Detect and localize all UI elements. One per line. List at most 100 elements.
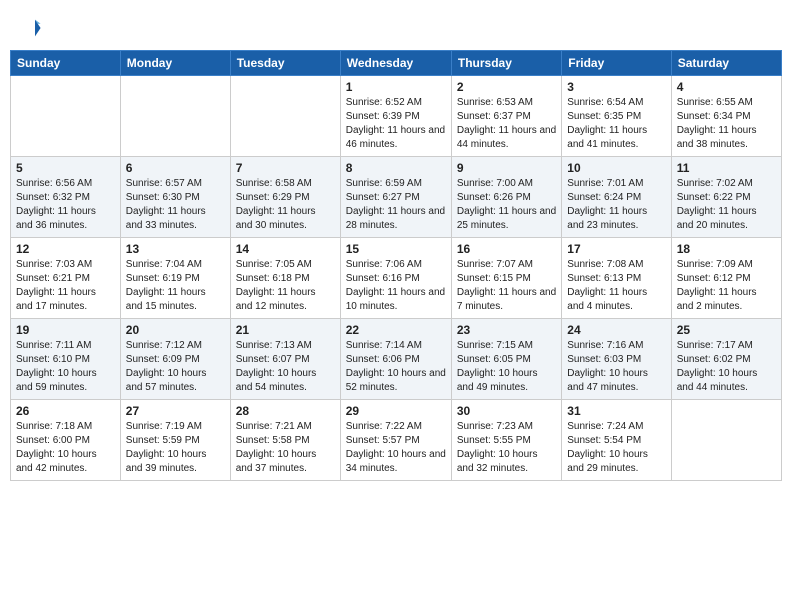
day-cell: 8Sunrise: 6:59 AM Sunset: 6:27 PM Daylig… xyxy=(340,157,451,238)
col-header-sunday: Sunday xyxy=(11,51,121,76)
col-header-monday: Monday xyxy=(120,51,230,76)
day-cell: 4 Sunrise: 6:55 AM Sunset: 6:34 PM Daylig… xyxy=(671,76,781,157)
day-cell xyxy=(11,76,121,157)
day-cell: 15 Sunrise: 7:06 AM Sunset: 6:16 PM Dayli… xyxy=(340,238,451,319)
day-info: Sunrise: 7:07 AM Sunset: 6:15 PM Dayligh… xyxy=(457,258,556,314)
logo xyxy=(14,14,46,42)
day-info: Sunrise: 6:54 AM Sunset: 6:35 PM Dayligh… xyxy=(567,96,665,152)
day-cell: 5Sunrise: 6:56 AM Sunset: 6:32 PM Daylig… xyxy=(11,157,121,238)
day-cell: 23 Sunrise: 7:15 AM Sunset: 6:05 PM Dayli… xyxy=(451,319,561,400)
day-info: Sunrise: 6:57 AM Sunset: 6:30 PM Dayligh… xyxy=(126,177,225,233)
day-cell xyxy=(120,76,230,157)
day-cell: 20 Sunrise: 7:12 AM Sunset: 6:09 PM Dayli… xyxy=(120,319,230,400)
day-number: 14 xyxy=(236,242,335,256)
day-info: Sunrise: 7:23 AM Sunset: 5:55 PM Dayligh… xyxy=(457,420,556,476)
day-number: 17 xyxy=(567,242,665,256)
week-row-5: 26 Sunrise: 7:18 AM Sunset: 6:00 PM Dayli… xyxy=(11,400,782,481)
day-info: Sunrise: 7:19 AM Sunset: 5:59 PM Dayligh… xyxy=(126,420,225,476)
day-number: 23 xyxy=(457,323,556,337)
day-number: 13 xyxy=(126,242,225,256)
day-info: Sunrise: 7:15 AM Sunset: 6:05 PM Dayligh… xyxy=(457,339,556,395)
day-info: Sunrise: 7:18 AM Sunset: 6:00 PM Dayligh… xyxy=(16,420,115,476)
day-cell: 6 Sunrise: 6:57 AM Sunset: 6:30 PM Daylig… xyxy=(120,157,230,238)
day-number: 8 xyxy=(346,161,446,175)
day-cell: 9Sunrise: 7:00 AM Sunset: 6:26 PM Daylig… xyxy=(451,157,561,238)
day-cell: 22 Sunrise: 7:14 AM Sunset: 6:06 PM Dayli… xyxy=(340,319,451,400)
day-cell: 18Sunrise: 7:09 AM Sunset: 6:12 PM Dayli… xyxy=(671,238,781,319)
day-info: Sunrise: 7:14 AM Sunset: 6:06 PM Dayligh… xyxy=(346,339,446,395)
col-header-tuesday: Tuesday xyxy=(230,51,340,76)
day-cell: 24 Sunrise: 7:16 AM Sunset: 6:03 PM Dayli… xyxy=(562,319,671,400)
day-info: Sunrise: 7:11 AM Sunset: 6:10 PM Dayligh… xyxy=(16,339,115,395)
day-number: 31 xyxy=(567,404,665,418)
day-cell: 7Sunrise: 6:58 AM Sunset: 6:29 PM Daylig… xyxy=(230,157,340,238)
day-info: Sunrise: 7:08 AM Sunset: 6:13 PM Dayligh… xyxy=(567,258,665,314)
day-cell: 21 Sunrise: 7:13 AM Sunset: 6:07 PM Dayli… xyxy=(230,319,340,400)
day-number: 28 xyxy=(236,404,335,418)
week-row-4: 19 Sunrise: 7:11 AM Sunset: 6:10 PM Dayli… xyxy=(11,319,782,400)
day-info: Sunrise: 6:55 AM Sunset: 6:34 PM Dayligh… xyxy=(677,96,776,152)
col-header-saturday: Saturday xyxy=(671,51,781,76)
day-cell: 3 Sunrise: 6:54 AM Sunset: 6:35 PM Daylig… xyxy=(562,76,671,157)
day-info: Sunrise: 7:04 AM Sunset: 6:19 PM Dayligh… xyxy=(126,258,225,314)
day-info: Sunrise: 7:17 AM Sunset: 6:02 PM Dayligh… xyxy=(677,339,776,395)
col-header-wednesday: Wednesday xyxy=(340,51,451,76)
day-number: 10 xyxy=(567,161,665,175)
day-number: 25 xyxy=(677,323,776,337)
day-number: 22 xyxy=(346,323,446,337)
page-header xyxy=(10,10,782,42)
day-info: Sunrise: 7:03 AM Sunset: 6:21 PM Dayligh… xyxy=(16,258,115,314)
day-number: 18 xyxy=(677,242,776,256)
day-info: Sunrise: 7:21 AM Sunset: 5:58 PM Dayligh… xyxy=(236,420,335,476)
day-number: 21 xyxy=(236,323,335,337)
day-cell: 28 Sunrise: 7:21 AM Sunset: 5:58 PM Dayli… xyxy=(230,400,340,481)
day-cell: 19 Sunrise: 7:11 AM Sunset: 6:10 PM Dayli… xyxy=(11,319,121,400)
day-number: 24 xyxy=(567,323,665,337)
day-info: Sunrise: 7:24 AM Sunset: 5:54 PM Dayligh… xyxy=(567,420,665,476)
day-info: Sunrise: 7:22 AM Sunset: 5:57 PM Dayligh… xyxy=(346,420,446,476)
day-cell: 16Sunrise: 7:07 AM Sunset: 6:15 PM Dayli… xyxy=(451,238,561,319)
day-cell: 11Sunrise: 7:02 AM Sunset: 6:22 PM Dayli… xyxy=(671,157,781,238)
day-info: Sunrise: 7:12 AM Sunset: 6:09 PM Dayligh… xyxy=(126,339,225,395)
day-number: 15 xyxy=(346,242,446,256)
day-number: 12 xyxy=(16,242,115,256)
day-number: 29 xyxy=(346,404,446,418)
day-cell: 30 Sunrise: 7:23 AM Sunset: 5:55 PM Dayli… xyxy=(451,400,561,481)
logo-icon xyxy=(14,14,42,42)
day-number: 2 xyxy=(457,80,556,94)
day-cell: 17 Sunrise: 7:08 AM Sunset: 6:13 PM Dayli… xyxy=(562,238,671,319)
day-cell: 26 Sunrise: 7:18 AM Sunset: 6:00 PM Dayli… xyxy=(11,400,121,481)
col-header-friday: Friday xyxy=(562,51,671,76)
day-cell: 13 Sunrise: 7:04 AM Sunset: 6:19 PM Dayli… xyxy=(120,238,230,319)
day-number: 20 xyxy=(126,323,225,337)
day-cell: 12 Sunrise: 7:03 AM Sunset: 6:21 PM Dayli… xyxy=(11,238,121,319)
day-number: 7 xyxy=(236,161,335,175)
day-number: 26 xyxy=(16,404,115,418)
day-number: 11 xyxy=(677,161,776,175)
day-info: Sunrise: 7:06 AM Sunset: 6:16 PM Dayligh… xyxy=(346,258,446,314)
day-number: 19 xyxy=(16,323,115,337)
day-cell: 2 Sunrise: 6:53 AM Sunset: 6:37 PM Daylig… xyxy=(451,76,561,157)
day-number: 5 xyxy=(16,161,115,175)
day-number: 1 xyxy=(346,80,446,94)
day-number: 3 xyxy=(567,80,665,94)
week-row-1: 1Sunrise: 6:52 AM Sunset: 6:39 PM Daylig… xyxy=(11,76,782,157)
week-row-2: 5Sunrise: 6:56 AM Sunset: 6:32 PM Daylig… xyxy=(11,157,782,238)
day-info: Sunrise: 7:13 AM Sunset: 6:07 PM Dayligh… xyxy=(236,339,335,395)
day-info: Sunrise: 6:53 AM Sunset: 6:37 PM Dayligh… xyxy=(457,96,556,152)
day-cell xyxy=(230,76,340,157)
calendar-table: SundayMondayTuesdayWednesdayThursdayFrid… xyxy=(10,50,782,481)
day-number: 9 xyxy=(457,161,556,175)
col-header-thursday: Thursday xyxy=(451,51,561,76)
day-number: 30 xyxy=(457,404,556,418)
day-number: 4 xyxy=(677,80,776,94)
week-row-3: 12 Sunrise: 7:03 AM Sunset: 6:21 PM Dayli… xyxy=(11,238,782,319)
day-cell: 1Sunrise: 6:52 AM Sunset: 6:39 PM Daylig… xyxy=(340,76,451,157)
day-cell: 25 Sunrise: 7:17 AM Sunset: 6:02 PM Dayli… xyxy=(671,319,781,400)
day-cell: 31 Sunrise: 7:24 AM Sunset: 5:54 PM Dayli… xyxy=(562,400,671,481)
day-info: Sunrise: 7:01 AM Sunset: 6:24 PM Dayligh… xyxy=(567,177,665,233)
day-number: 6 xyxy=(126,161,225,175)
day-info: Sunrise: 7:16 AM Sunset: 6:03 PM Dayligh… xyxy=(567,339,665,395)
day-cell: 29 Sunrise: 7:22 AM Sunset: 5:57 PM Dayli… xyxy=(340,400,451,481)
day-number: 27 xyxy=(126,404,225,418)
